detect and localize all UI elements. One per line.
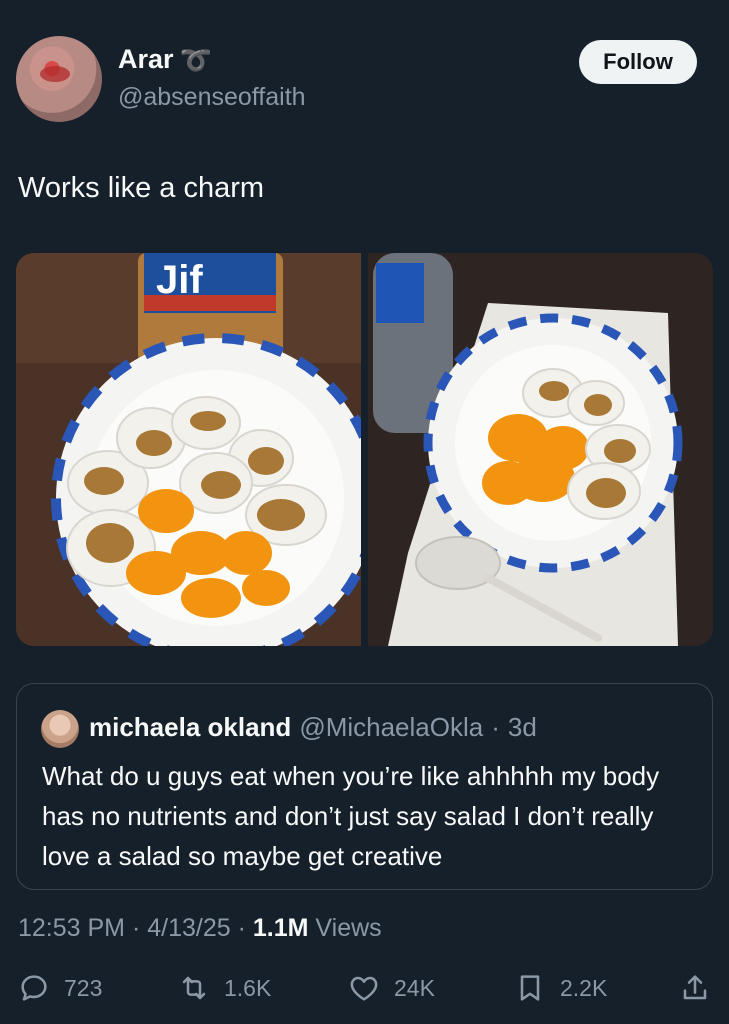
tweet-time[interactable]: 12:53 PM	[18, 914, 125, 942]
quoted-tweet-text: What do u guys eat when you’re like ahhh…	[42, 761, 660, 871]
curl-emoji-icon: ➰	[179, 44, 212, 75]
tweet-text: Works like a charm	[18, 172, 265, 204]
meta-separator: ·	[125, 914, 148, 942]
quoted-tweet[interactable]: michaela okland @MichaelaOkla · 3d What …	[16, 683, 713, 890]
quoted-timestamp: 3d	[507, 712, 537, 742]
author-avatar[interactable]	[16, 36, 102, 122]
share-button[interactable]	[679, 972, 711, 1004]
media-photo-2[interactable]	[368, 253, 713, 646]
heart-icon	[350, 976, 378, 1001]
follow-button[interactable]: Follow	[579, 40, 697, 84]
like-count: 24K	[394, 974, 435, 1001]
eggs-oranges-bottle-photo	[368, 253, 713, 646]
author-name-text[interactable]: Arar	[118, 44, 174, 75]
reply-button[interactable]: 723	[18, 972, 102, 1004]
tweet-date[interactable]: 4/13/25	[147, 914, 230, 942]
quoted-author-name: michaela okland	[89, 712, 292, 742]
quoted-author-handle: @MichaelaOkla	[299, 712, 484, 742]
bookmark-count: 2.2K	[560, 974, 608, 1001]
quoted-tweet-header: michaela okland @MichaelaOkla · 3d	[89, 712, 537, 743]
reply-count: 723	[64, 974, 103, 1001]
tweet-actions: 723 1.6K 24K 2.2K	[0, 972, 729, 1012]
repost-count: 1.6K	[224, 974, 272, 1001]
author-display-name[interactable]: Arar ➰	[118, 44, 306, 75]
quoted-separator: ·	[491, 712, 500, 742]
quoted-author-avatar	[41, 710, 79, 748]
peanut-butter-eggs-photo: Jif	[16, 253, 361, 646]
repost-icon	[182, 976, 206, 1000]
meta-separator: ·	[230, 914, 253, 942]
like-button[interactable]: 24K	[348, 972, 435, 1004]
reply-icon	[21, 975, 47, 1001]
views-count: 1.1M	[252, 914, 309, 942]
bookmark-button[interactable]: 2.2K	[514, 972, 607, 1004]
author-info: Arar ➰ @absenseoffaith	[118, 44, 306, 112]
bookmark-icon	[520, 975, 540, 1001]
views-label: Views	[308, 914, 382, 942]
share-icon	[683, 975, 707, 1000]
tweet-meta: 12:53 PM · 4/13/25 · 1.1M Views	[18, 914, 382, 943]
media-photo-1[interactable]: Jif	[16, 253, 361, 646]
tweet-media: Jif	[16, 253, 713, 646]
repost-button[interactable]: 1.6K	[178, 972, 271, 1004]
tweet-header: Arar ➰ @absenseoffaith Follow	[16, 36, 713, 122]
author-handle[interactable]: @absenseoffaith	[118, 83, 306, 112]
